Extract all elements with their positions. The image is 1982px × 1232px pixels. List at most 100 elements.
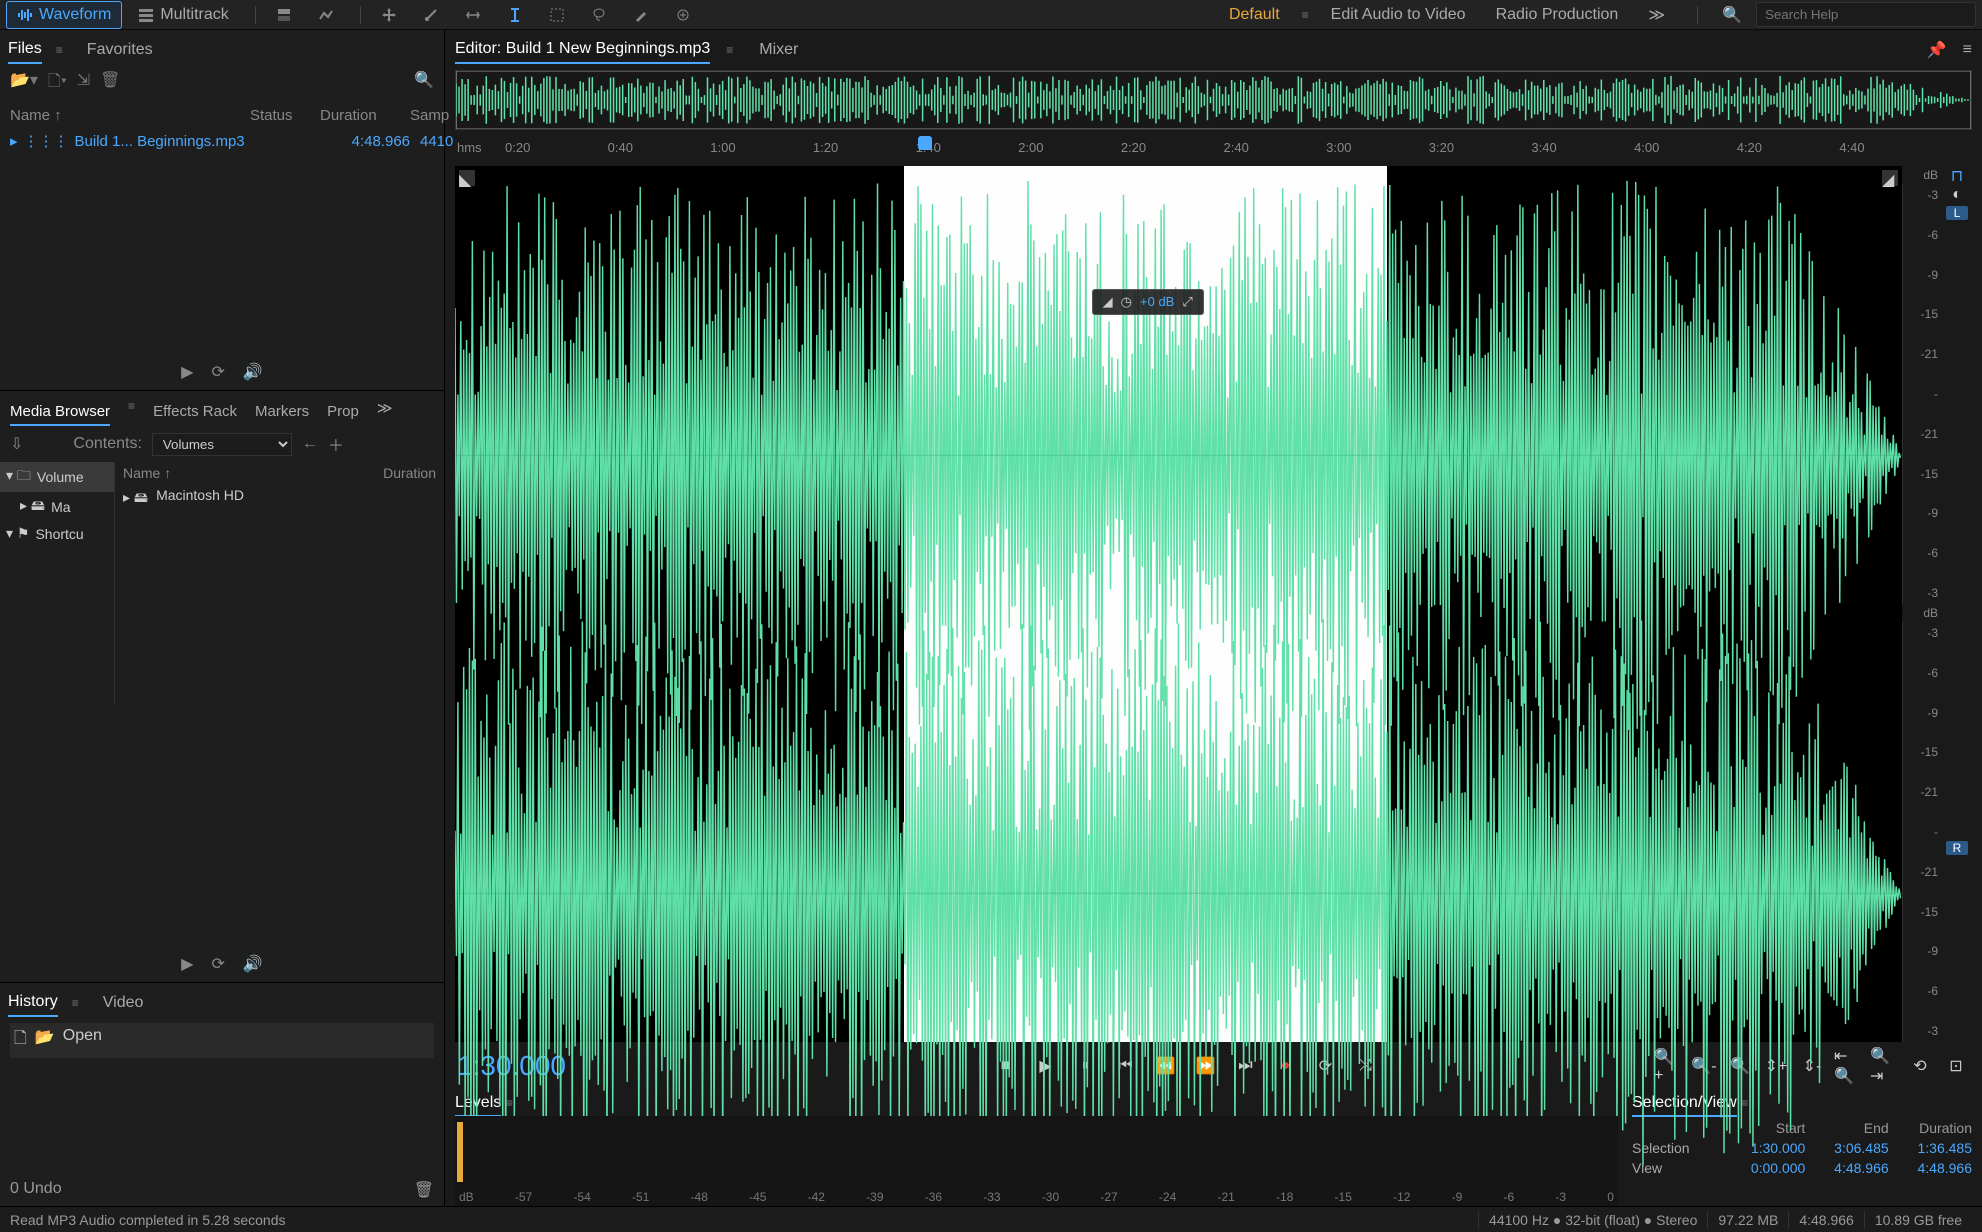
media-import-icon[interactable]: ⇩ [10, 434, 23, 454]
tab-media-browser[interactable]: Media Browser [10, 399, 110, 426]
channel-R-button[interactable]: R [1946, 841, 1968, 855]
mixer-tab[interactable]: Mixer [759, 37, 798, 63]
tool-spot-heal-button[interactable] [665, 3, 701, 27]
magnet-icon[interactable]: ⊓ [1951, 166, 1963, 186]
channel-L-button[interactable]: L [1946, 206, 1968, 220]
expand-icon[interactable]: ▸ [10, 132, 18, 150]
levels-tick: -15 [1335, 1190, 1352, 1204]
hud-volume[interactable]: ◢ ◷ +0 dB ⤢ [1092, 289, 1204, 315]
files-row-duration: 4:48.966 [320, 133, 410, 150]
workspace-overflow-button[interactable]: ≫ [1640, 1, 1673, 29]
playhead[interactable] [918, 136, 932, 150]
tool-spectral-pitch-button[interactable] [308, 3, 344, 27]
tabs-overflow-icon[interactable]: ≫ [377, 399, 393, 426]
timeline-ruler[interactable]: hms 0:200:401:001:201:402:002:202:403:00… [455, 136, 1972, 166]
tree-volumes[interactable]: ▾ 🗀 Volume [0, 462, 114, 492]
db-tick: -3 [1927, 1024, 1938, 1038]
files-col-status[interactable]: Status [250, 107, 320, 124]
tab-effects-rack[interactable]: Effects Rack [153, 399, 237, 426]
fadein-handle[interactable]: ◣ [459, 170, 475, 186]
media-play-icon[interactable]: ▶ [181, 954, 193, 974]
files-panel-menu-icon[interactable]: ≡ [56, 43, 63, 57]
tool-slip-button[interactable] [455, 3, 491, 27]
levels-meter[interactable]: dB-57-54-51-48-45-42-39-36-33-30-27-24-2… [455, 1116, 1618, 1206]
files-autoplay-icon[interactable]: 🔊 [243, 362, 263, 382]
tool-time-select-button[interactable] [497, 3, 533, 27]
tab-history[interactable]: History [8, 989, 58, 1017]
editor-menu-icon[interactable]: ≡ [1963, 41, 1972, 59]
tool-lasso-button[interactable] [581, 3, 617, 27]
search-icon: 🔍 [1722, 5, 1742, 25]
ruler-tick: 4:00 [1634, 140, 1659, 155]
tab-video[interactable]: Video [103, 990, 144, 1016]
media-list-item[interactable]: ▸ 🖴 Macintosh HD [115, 484, 444, 514]
zoom-selection-button[interactable]: ⊡ [1942, 1052, 1970, 1080]
media-add-icon[interactable]: ＋ [328, 432, 344, 456]
expand-icon[interactable]: ⤢ [1182, 294, 1192, 310]
tab-favorites[interactable]: Favorites [87, 37, 153, 63]
files-col-sample[interactable]: Samp [410, 107, 449, 124]
files-col-duration[interactable]: Duration [320, 107, 410, 124]
levels-tick: -6 [1504, 1190, 1515, 1204]
media-back-icon[interactable]: ← [302, 435, 318, 453]
workspace-menu-icon[interactable]: ≡ [1302, 8, 1309, 22]
db-tick: -6 [1927, 546, 1938, 560]
files-play-icon[interactable]: ▶ [181, 362, 193, 382]
workspace-edit-av-button[interactable]: Edit Audio to Video [1323, 2, 1474, 28]
tree-ma[interactable]: ▸ 🖴 Ma [0, 492, 114, 522]
tool-spectral-freq-button[interactable] [266, 3, 302, 27]
open-file-icon[interactable]: 📂▾ [10, 70, 38, 97]
tab-properties[interactable]: Prop [327, 399, 359, 426]
editor-tab[interactable]: Editor: Build 1 New Beginnings.mp3 [455, 36, 710, 64]
new-file-icon[interactable]: 🗋▾ [48, 70, 67, 97]
editor-tab-menu-icon[interactable]: ≡ [726, 43, 733, 57]
waveform-display[interactable]: ◢ ◷ +0 dB ⤢ ◣ ◢ [455, 166, 1902, 1042]
media-autoplay-icon[interactable]: 🔊 [243, 954, 263, 974]
ruler-tick: 3:00 [1326, 140, 1351, 155]
history-trash-icon[interactable]: 🗑 [414, 1180, 434, 1200]
clock-icon[interactable]: ◷ [1121, 294, 1132, 310]
files-loop-icon[interactable]: ⟳ [211, 362, 224, 382]
ruler-hms-label: hms [457, 140, 482, 155]
history-item-open[interactable]: 🗋 📂 Open [10, 1023, 434, 1058]
media-list: Name ↑Duration ▸ 🖴 Macintosh HD [115, 462, 444, 704]
tab-files[interactable]: Files [8, 36, 42, 64]
db-label: dB [1902, 604, 1942, 622]
tree-shortcuts[interactable]: ▾ ⚑ Shortcu [0, 522, 114, 545]
tool-razor-button[interactable] [413, 3, 449, 27]
preroll-icon[interactable]: ◐ [1952, 186, 1962, 204]
overview-waveform[interactable] [455, 70, 1972, 130]
history-panel: History ≡ Video 🗋 📂 Open 0 Undo 🗑 [0, 983, 444, 1206]
search-help-input[interactable] [1756, 2, 1976, 27]
levels-tick: -57 [515, 1190, 532, 1204]
fadeout-handle[interactable]: ◢ [1882, 170, 1898, 186]
files-row[interactable]: ▸⋮⋮⋮Build 1... Beginnings.mp3 4:48.966 4… [0, 128, 444, 154]
insert-file-icon[interactable]: ⇲ [77, 70, 90, 97]
db-tick: -9 [1927, 706, 1938, 720]
media-loop-icon[interactable]: ⟳ [211, 954, 224, 974]
media-list-name-hdr[interactable]: Name ↑ [123, 465, 383, 481]
pin-icon[interactable]: 📌 [1927, 40, 1947, 60]
selview-sel-dur[interactable]: 1:36.485 [1901, 1140, 1972, 1156]
history-panel-menu-icon[interactable]: ≡ [72, 996, 79, 1010]
tool-brush-button[interactable] [623, 3, 659, 27]
search-files-icon[interactable]: 🔍 [414, 70, 434, 97]
tab-markers[interactable]: Markers [255, 399, 309, 426]
media-panel-menu-icon[interactable]: ≡ [128, 399, 135, 426]
close-file-icon[interactable]: 🗑 [100, 70, 120, 97]
fade-icon[interactable]: ◢ [1103, 294, 1113, 310]
tool-marquee-button[interactable] [539, 3, 575, 27]
media-contents-dropdown[interactable]: Volumes [152, 433, 292, 456]
selview-view-dur[interactable]: 4:48.966 [1901, 1160, 1972, 1176]
files-col-name[interactable]: Name ↑ [10, 107, 250, 124]
workspace-radio-button[interactable]: Radio Production [1488, 2, 1627, 28]
tool-move-button[interactable] [371, 3, 407, 27]
levels-tick: -45 [749, 1190, 766, 1204]
mode-multitrack-button[interactable]: Multitrack [128, 2, 238, 28]
status-message: Read MP3 Audio completed in 5.28 seconds [10, 1212, 286, 1228]
mode-waveform-button[interactable]: Waveform [6, 1, 122, 29]
toolbar-separator [360, 6, 361, 24]
zoom-full-button[interactable]: ⟲ [1906, 1052, 1934, 1080]
media-list-dur-hdr[interactable]: Duration [383, 465, 436, 481]
workspace-default-button[interactable]: Default [1221, 2, 1288, 28]
